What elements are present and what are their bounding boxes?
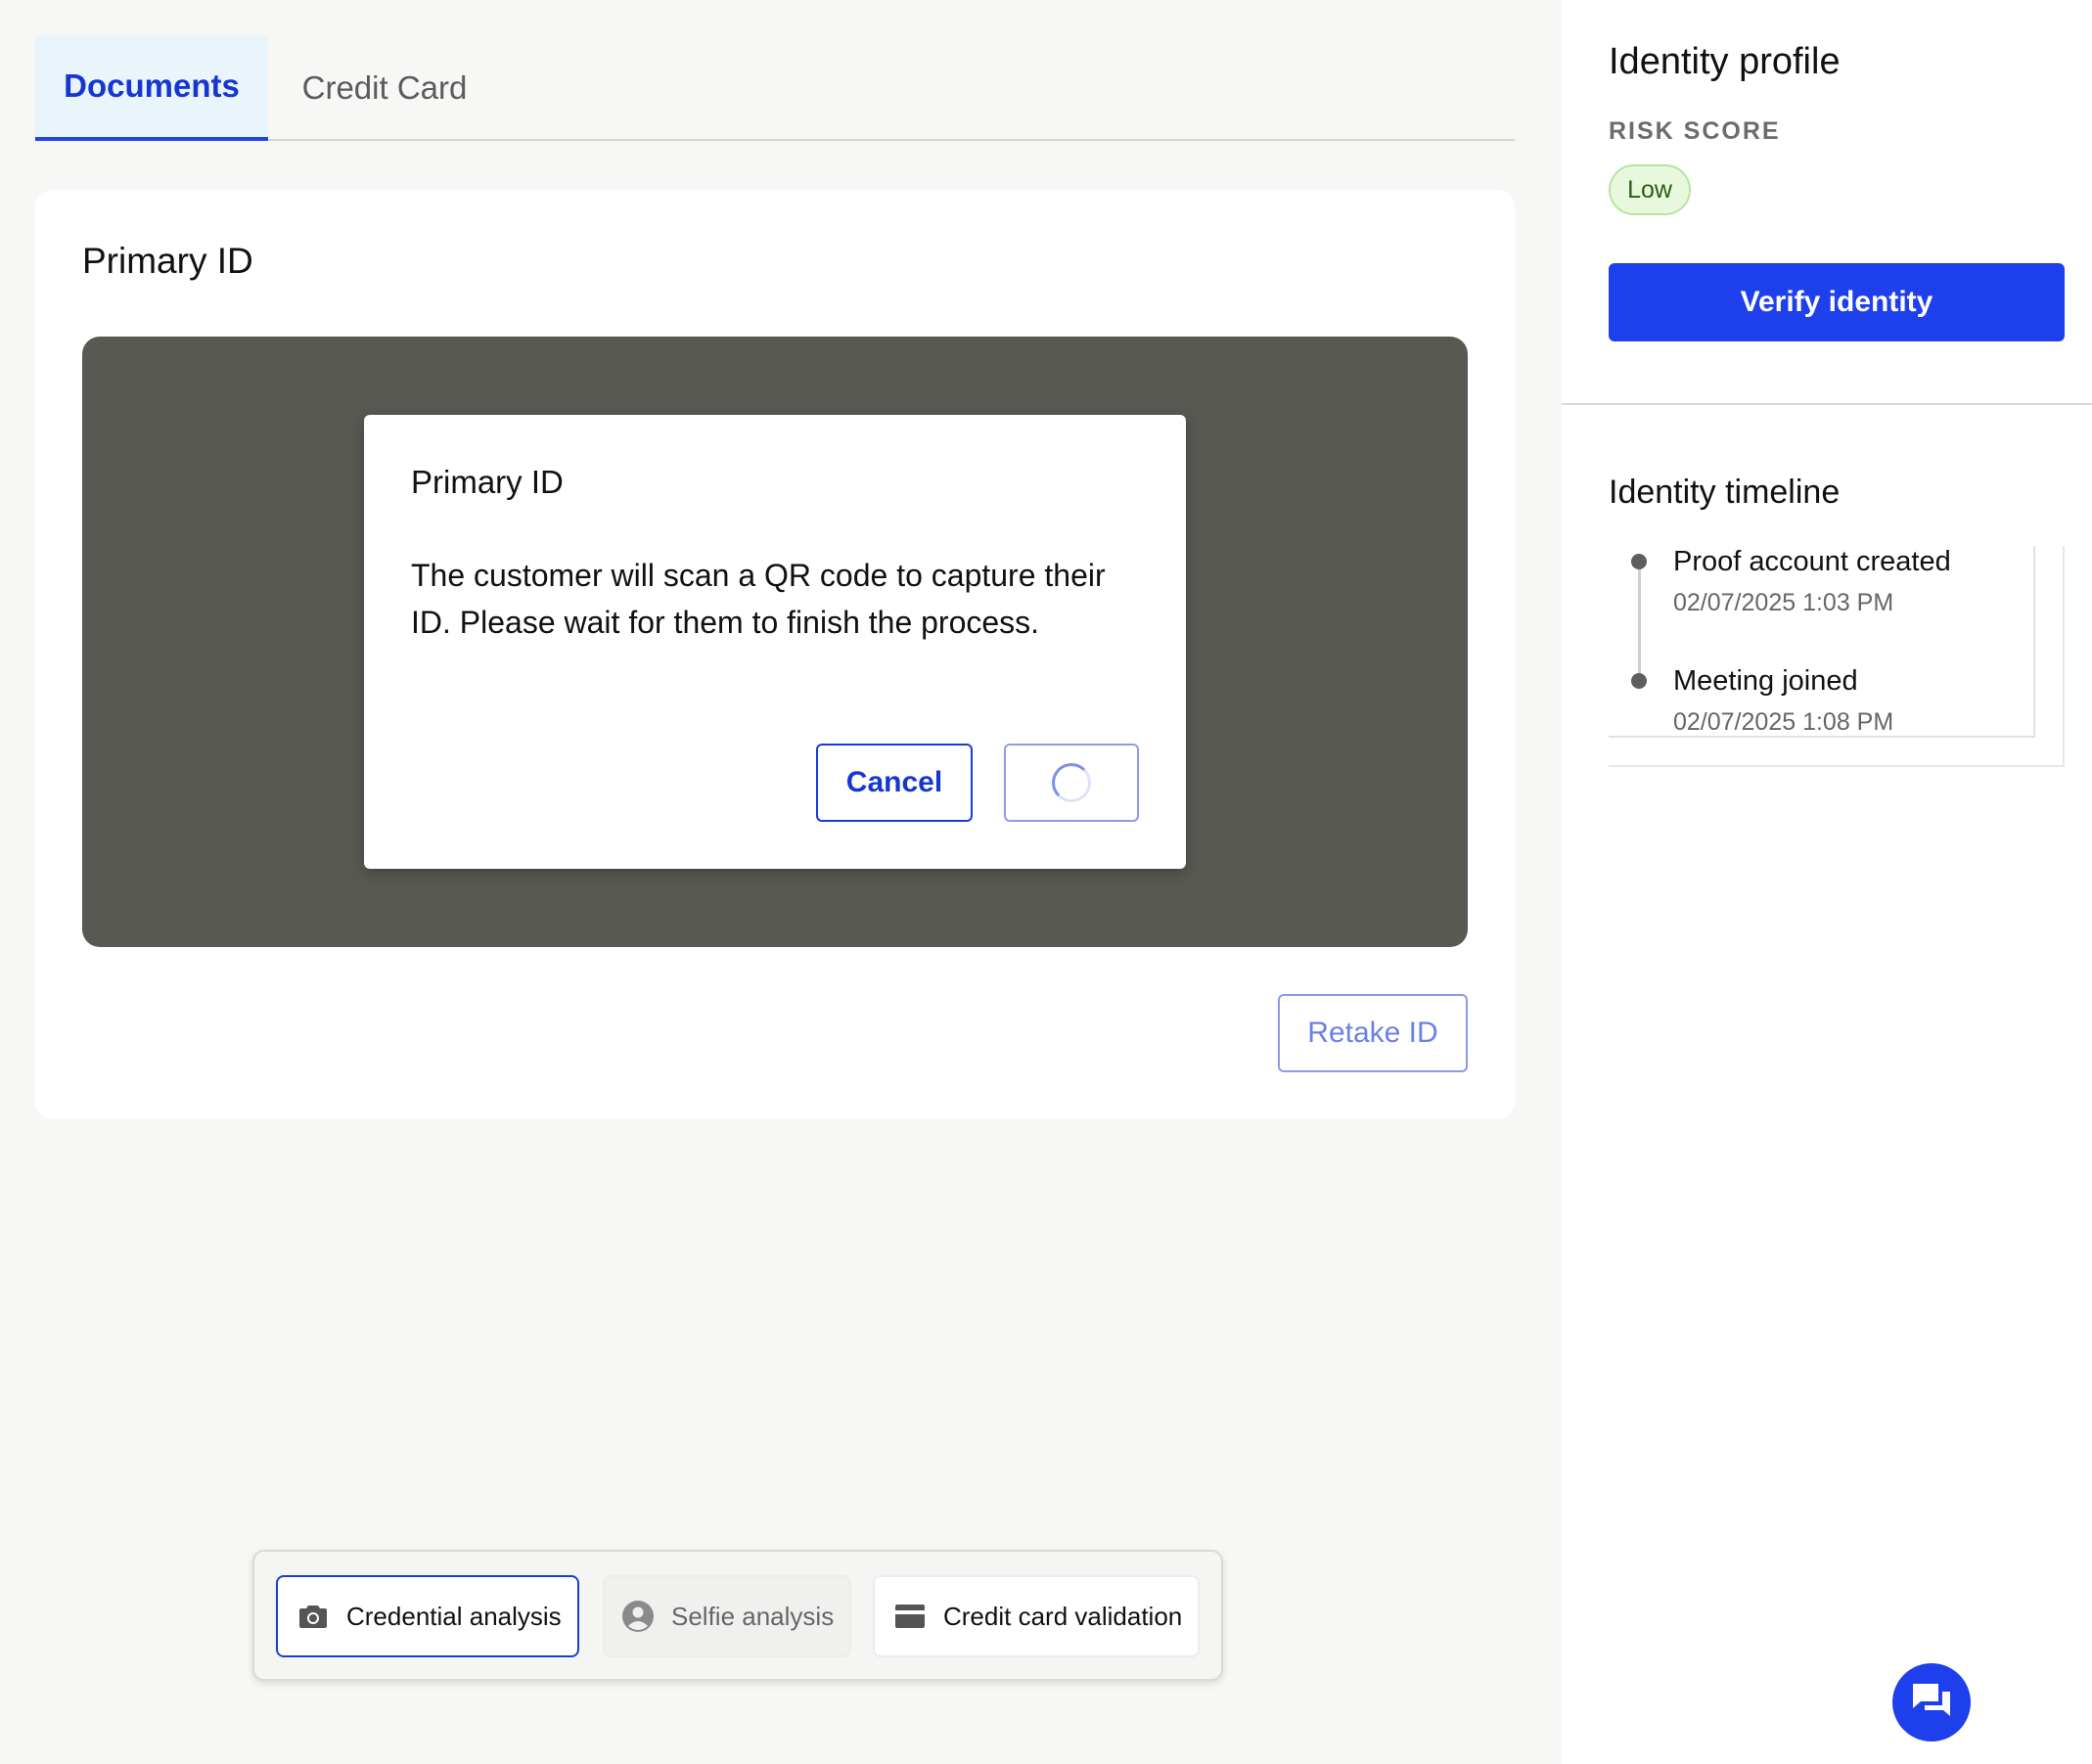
credit-card-validation-button[interactable]: Credit card validation — [873, 1575, 1200, 1657]
camera-icon — [296, 1599, 331, 1634]
risk-score-label: RISK SCORE — [1609, 117, 1781, 145]
dialog-message: The customer will scan a QR code to capt… — [411, 558, 1106, 640]
timeline-event: Meeting joined — [1673, 665, 1858, 697]
selfie-analysis-label: Selfie analysis — [671, 1601, 835, 1631]
app-root: Documents Credit Card Primary ID Primary… — [0, 0, 2092, 1764]
identity-timeline-title: Identity timeline — [1609, 474, 1841, 511]
credit-card-validation-label: Credit card validation — [943, 1601, 1183, 1631]
timeline-container: Proof account created 02/07/2025 1:03 PM… — [1609, 546, 2065, 767]
selfie-analysis-button[interactable]: Selfie analysis — [603, 1575, 851, 1657]
timeline-event: Proof account created — [1673, 546, 1951, 577]
identity-profile-title: Identity profile — [1609, 41, 1841, 82]
tab-bar: Documents Credit Card — [35, 35, 1515, 141]
risk-score-badge: Low — [1609, 164, 1691, 215]
sidebar-divider — [1562, 403, 2092, 405]
timeline-dot — [1631, 673, 1647, 689]
tab-documents[interactable]: Documents — [35, 35, 268, 141]
cancel-button[interactable]: Cancel — [816, 744, 973, 822]
credit-card-icon — [892, 1599, 928, 1634]
retake-id-button[interactable]: Retake ID — [1278, 994, 1468, 1072]
chat-button[interactable] — [1892, 1663, 1971, 1741]
capture-dialog: Primary ID The customer will scan a QR c… — [364, 415, 1186, 869]
analysis-toolbar: Credential analysis Selfie analysis Cred… — [252, 1550, 1223, 1681]
primary-id-card: Primary ID Primary ID The customer will … — [35, 190, 1515, 1119]
card-title: Primary ID — [82, 241, 253, 281]
main-panel: Documents Credit Card Primary ID Primary… — [0, 0, 1562, 1764]
id-capture-preview: Primary ID The customer will scan a QR c… — [82, 337, 1468, 947]
timeline-list: Proof account created 02/07/2025 1:03 PM… — [1609, 546, 2035, 738]
verify-identity-button[interactable]: Verify identity — [1609, 263, 2065, 341]
timeline-time: 02/07/2025 1:03 PM — [1673, 589, 1894, 616]
timeline-time: 02/07/2025 1:08 PM — [1673, 708, 1894, 736]
person-icon — [620, 1599, 656, 1634]
credential-analysis-label: Credential analysis — [346, 1601, 562, 1631]
loading-button[interactable] — [1004, 744, 1139, 822]
identity-sidebar: Identity profile RISK SCORE Low Verify i… — [1562, 0, 2092, 1764]
timeline-dot — [1631, 554, 1647, 569]
timeline-connector — [1638, 565, 1641, 685]
chat-icon — [1910, 1681, 1953, 1725]
tab-credit-card[interactable]: Credit Card — [268, 35, 501, 141]
dialog-title: Primary ID — [411, 464, 564, 500]
credential-analysis-button[interactable]: Credential analysis — [276, 1575, 579, 1657]
spinner-icon — [1052, 763, 1091, 802]
